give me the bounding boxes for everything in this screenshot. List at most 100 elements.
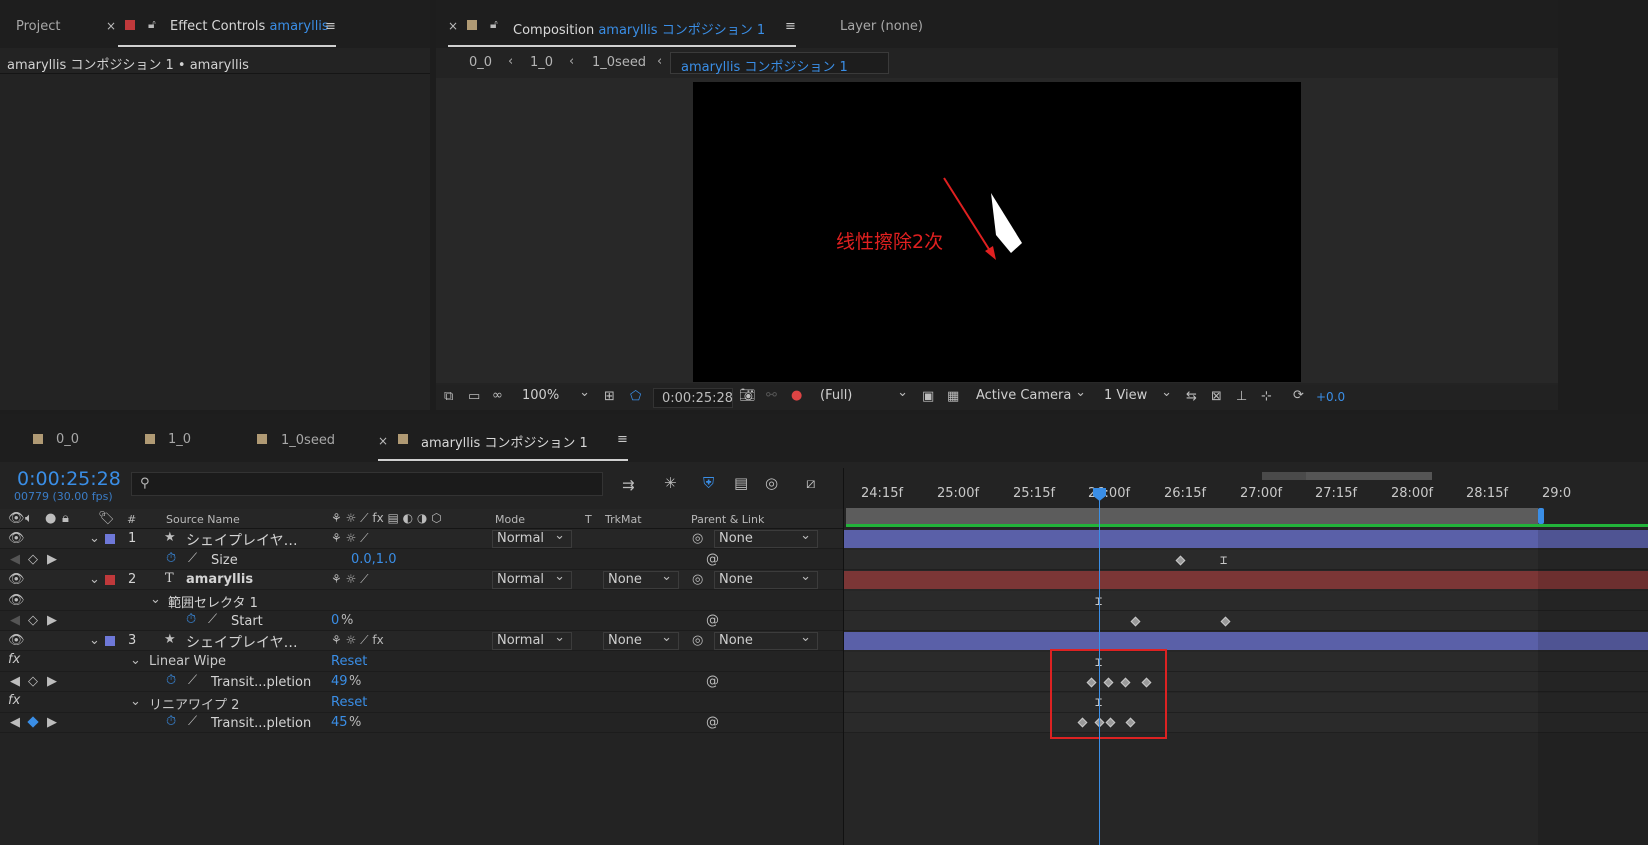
col-source-name[interactable]: Source Name xyxy=(166,513,240,526)
parent-dropdown[interactable]: None xyxy=(714,528,818,548)
chevron-down-icon[interactable]: ⌄ xyxy=(89,572,100,587)
chevron-down-icon[interactable]: ⌄ xyxy=(89,633,100,648)
layer-switches[interactable]: ⚘ ☼ ⟋ xyxy=(331,572,369,587)
fx-icon[interactable]: fx xyxy=(8,693,20,708)
eye-icon[interactable]: 👁︎ xyxy=(8,572,25,587)
property-value[interactable]: 0 xyxy=(331,613,339,628)
layer-label-color[interactable] xyxy=(105,575,115,585)
frame-blending-icon[interactable]: ▤ xyxy=(734,474,748,492)
graph-icon[interactable]: ⟋ xyxy=(188,673,197,688)
add-keyframe-icon[interactable]: ◇ xyxy=(28,552,38,567)
comp-flowchart-icon[interactable]: ⇉ xyxy=(622,476,635,494)
chevron-down-icon[interactable]: ⌄ xyxy=(130,694,141,709)
zoom-dropdown[interactable]: 100% xyxy=(518,385,596,406)
next-keyframe-icon[interactable]: ▶ xyxy=(47,613,57,628)
graph-icon[interactable]: ⟋ xyxy=(208,612,217,627)
keyframe-hold[interactable]: ⌶ xyxy=(1220,553,1227,567)
property-value[interactable]: 45 xyxy=(331,715,348,730)
property-value[interactable]: 49 xyxy=(331,674,348,689)
trkmat-dropdown[interactable]: None xyxy=(603,630,679,650)
graph-icon[interactable]: ⟋ xyxy=(188,551,197,566)
layer-name[interactable]: amaryllis xyxy=(186,572,253,587)
tab-project[interactable]: Project xyxy=(16,19,60,34)
close-icon[interactable]: × xyxy=(378,434,388,448)
chevron-down-icon[interactable]: ⌄ xyxy=(150,592,161,607)
timeline-tab-0-0[interactable]: 0_0 xyxy=(56,432,79,447)
next-keyframe-icon[interactable]: ▶ xyxy=(47,552,57,567)
blend-mode-dropdown[interactable]: Normal xyxy=(492,569,572,589)
tab-composition[interactable]: Composition amaryllis コンポジション 1 xyxy=(513,19,765,38)
eye-icon[interactable]: 👁︎ xyxy=(8,633,25,648)
next-keyframe-icon[interactable]: ▶ xyxy=(47,715,57,730)
expression-pickwhip-icon[interactable]: @ xyxy=(706,674,719,689)
chevron-down-icon[interactable]: ⌄ xyxy=(89,531,100,546)
pick-whip-icon[interactable]: ◎ xyxy=(692,531,703,546)
lock-icon[interactable]: 🔓︎ xyxy=(490,17,498,32)
prev-keyframe-icon[interactable]: ◀ xyxy=(10,613,20,628)
pick-whip-icon[interactable]: ◎ xyxy=(692,633,703,648)
always-preview-icon[interactable]: ⧉ xyxy=(444,389,453,404)
reset-exposure-icon[interactable]: ⟳ xyxy=(1293,388,1304,403)
parent-dropdown[interactable]: None xyxy=(714,630,818,650)
panel-menu-icon[interactable]: ≡ xyxy=(617,432,628,447)
layer-search-input[interactable]: ⚲ xyxy=(131,472,603,496)
add-keyframe-icon[interactable]: ◇ xyxy=(28,613,38,628)
property-value[interactable]: 0.0,1.0 xyxy=(351,552,396,567)
stopwatch-icon[interactable]: ⏱︎ xyxy=(166,673,176,688)
prev-keyframe-icon[interactable]: ◀ xyxy=(10,552,20,567)
draft-3d-icon[interactable]: ✳ xyxy=(664,474,677,492)
lock-icon[interactable]: 🔓︎ xyxy=(148,17,156,32)
region-of-interest-icon[interactable]: ▣ xyxy=(922,389,934,404)
prev-keyframe-icon[interactable]: ◀ xyxy=(10,674,20,689)
close-icon[interactable]: × xyxy=(106,19,116,33)
expression-pickwhip-icon[interactable]: @ xyxy=(706,552,719,567)
panel-menu-icon[interactable]: ≡ xyxy=(325,19,336,34)
panel-menu-icon[interactable]: ≡ xyxy=(785,19,796,34)
trkmat-dropdown[interactable]: None xyxy=(603,569,679,589)
tab-effect-controls[interactable]: Effect Controls amaryllis xyxy=(170,19,329,34)
current-time[interactable]: 0:00:25:28 xyxy=(17,468,121,490)
crumb-0-0[interactable]: 0_0 xyxy=(469,55,492,70)
track-bar-layer-3[interactable] xyxy=(844,632,1648,650)
add-keyframe-icon[interactable]: ◇ xyxy=(28,674,38,689)
comp-canvas[interactable]: 线性擦除2次 xyxy=(693,82,1301,382)
nav-range[interactable] xyxy=(1306,472,1432,480)
show-snapshot-icon[interactable]: ⚯ xyxy=(766,388,777,403)
mask-visibility-icon[interactable]: ⬠ xyxy=(630,389,641,404)
graph-icon[interactable]: ⟋ xyxy=(188,714,197,729)
tab-layer[interactable]: Layer (none) xyxy=(840,19,923,34)
fast-previews-icon[interactable]: ⊠ xyxy=(1211,389,1222,404)
layer-switches[interactable]: ⚘ ☼ ⟋ fx xyxy=(331,633,384,648)
motion-blur-icon[interactable]: ◎ xyxy=(765,474,778,492)
pick-whip-icon[interactable]: ◎ xyxy=(692,572,703,587)
work-area-bar[interactable] xyxy=(846,508,1538,524)
camera-dropdown[interactable]: Active Camera xyxy=(972,385,1092,406)
expression-pickwhip-icon[interactable]: @ xyxy=(706,613,719,628)
layer-label-color[interactable] xyxy=(105,636,115,646)
fx-icon[interactable]: fx xyxy=(8,652,20,667)
view-layout-dropdown[interactable]: 1 View xyxy=(1100,385,1178,406)
crumb-1-0seed[interactable]: 1_0seed xyxy=(592,55,646,70)
crumb-1-0[interactable]: 1_0 xyxy=(530,55,553,70)
toggle-pixel-aspect-icon[interactable]: ⇆ xyxy=(1186,389,1197,404)
stopwatch-icon[interactable]: ⏱︎ xyxy=(186,612,196,627)
camera-icon[interactable]: 📷︎ xyxy=(739,388,756,403)
expression-pickwhip-icon[interactable]: @ xyxy=(706,715,719,730)
stopwatch-icon[interactable]: ⏱︎ xyxy=(166,551,176,566)
chevron-down-icon[interactable]: ⌄ xyxy=(130,653,141,668)
grid-icon[interactable]: ⊞ xyxy=(604,389,615,404)
effect-reset-link[interactable]: Reset xyxy=(331,695,367,710)
blend-mode-dropdown[interactable]: Normal xyxy=(492,630,572,650)
resolution-dropdown[interactable]: (Full) xyxy=(816,385,914,406)
layer-switches[interactable]: ⚘ ☼ ⟋ xyxy=(331,531,369,546)
next-keyframe-icon[interactable]: ▶ xyxy=(47,674,57,689)
close-icon[interactable]: × xyxy=(448,19,458,33)
work-area-end-handle[interactable] xyxy=(1538,508,1544,524)
effect-reset-link[interactable]: Reset xyxy=(331,654,367,669)
flowchart-icon[interactable]: ⊹ xyxy=(1261,389,1272,404)
channels-icon[interactable]: ● xyxy=(791,388,802,403)
stopwatch-icon[interactable]: ⏱︎ xyxy=(166,714,176,729)
layer-name[interactable]: シェイプレイヤ… xyxy=(186,530,326,550)
crumb-current-comp[interactable]: amaryllis コンポジション 1 xyxy=(670,52,889,75)
timeline-tab-amaryllis-comp[interactable]: amaryllis コンポジション 1 xyxy=(421,432,588,451)
